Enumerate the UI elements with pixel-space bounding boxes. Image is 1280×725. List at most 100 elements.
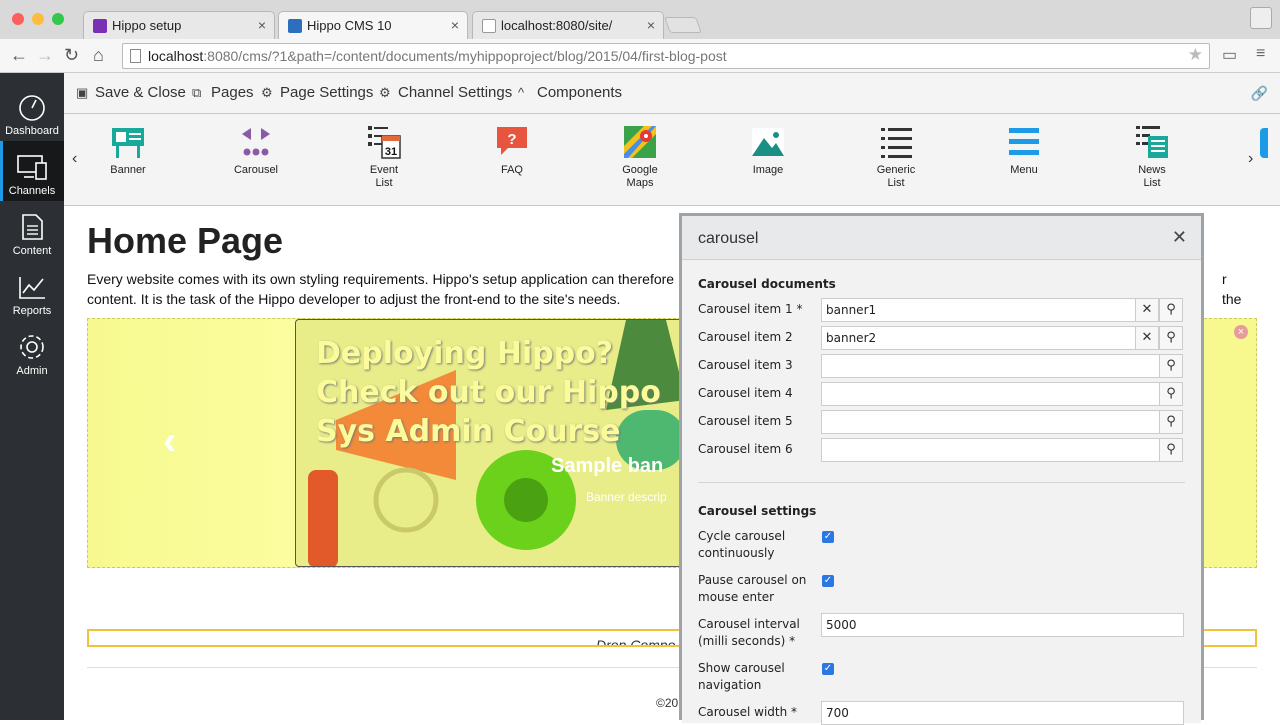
- component-news-list[interactable]: News List: [1112, 124, 1192, 190]
- dialog-body: Carousel documents Carousel item 1 * ban…: [682, 261, 1201, 725]
- intro-line: Every website comes with its own styling…: [87, 271, 675, 287]
- browser-toolbar: ← → ↻ ⌂ localhost:8080/cms/?1&path=/cont…: [0, 39, 1280, 73]
- browser-tab-hippo-setup[interactable]: Hippo setup ×: [83, 11, 275, 39]
- remove-component-icon[interactable]: ×: [1234, 325, 1248, 339]
- search-icon[interactable]: ⚲: [1159, 326, 1183, 350]
- carousel-item-label: Carousel item 3: [698, 358, 793, 372]
- component-generic-list[interactable]: Generic List: [856, 124, 936, 190]
- search-icon[interactable]: ⚲: [1159, 382, 1183, 406]
- hippo-favicon-icon: [93, 19, 107, 33]
- new-tab-button[interactable]: [664, 17, 702, 33]
- url-host: localhost: [148, 48, 204, 64]
- interval-label: Carousel interval (milli seconds) *: [698, 616, 813, 650]
- tab-title: localhost:8080/site/: [501, 18, 613, 33]
- page-icon: [130, 49, 141, 63]
- sidebar-item-content[interactable]: Content: [0, 201, 64, 261]
- component-banner[interactable]: Banner: [88, 124, 168, 177]
- address-bar[interactable]: localhost:8080/cms/?1&path=/content/docu…: [122, 43, 1210, 69]
- pages-icon: ⧉: [192, 85, 202, 100]
- carousel-dialog: carousel ✕ Carousel documents Carousel i…: [679, 213, 1204, 725]
- reload-icon[interactable]: ↻: [64, 45, 79, 66]
- carousel-item-3-field[interactable]: [821, 354, 1160, 378]
- carousel-item-5-field[interactable]: [821, 410, 1160, 434]
- tab-close-icon[interactable]: ×: [258, 17, 266, 33]
- chevron-left-icon[interactable]: ‹: [72, 150, 77, 168]
- clear-icon[interactable]: ✕: [1135, 326, 1159, 350]
- carousel-prev-icon[interactable]: ‹: [163, 419, 176, 464]
- search-icon[interactable]: ⚲: [1159, 354, 1183, 378]
- component-label: Image: [752, 164, 784, 176]
- search-icon[interactable]: ⚲: [1159, 298, 1183, 322]
- components-toggle-button[interactable]: ^ Components: [518, 84, 622, 101]
- pause-label: Pause carousel on mouse enter: [698, 572, 813, 606]
- home-icon[interactable]: ⌂: [93, 45, 104, 66]
- close-icon[interactable]: ✕: [1172, 227, 1187, 248]
- width-input[interactable]: 700: [821, 701, 1184, 725]
- channel-settings-button[interactable]: ⚙ Channel Settings: [379, 84, 512, 101]
- browser-tab-hippo-cms[interactable]: Hippo CMS 10 ×: [278, 11, 468, 40]
- carousel-item-1-field[interactable]: banner1: [821, 298, 1136, 322]
- component-label: Maps: [626, 177, 654, 189]
- navigation-checkbox[interactable]: ✓: [822, 663, 834, 675]
- pause-checkbox[interactable]: ✓: [822, 575, 834, 587]
- component-label: Banner: [110, 164, 146, 176]
- component-carousel[interactable]: Carousel: [216, 124, 296, 177]
- sidebar-item-admin[interactable]: Admin: [0, 321, 64, 381]
- sidebar-item-channels[interactable]: Channels: [0, 141, 64, 201]
- forward-arrow-icon[interactable]: →: [36, 45, 54, 66]
- carousel-item-2-field[interactable]: banner2: [821, 326, 1136, 350]
- link-icon[interactable]: 🔗: [1251, 85, 1268, 102]
- interval-input[interactable]: 5000: [821, 613, 1184, 637]
- page-settings-label: Page Settings: [280, 84, 374, 101]
- component-event-list[interactable]: 31 Event List: [344, 124, 424, 190]
- sidebar-item-reports[interactable]: Reports: [0, 261, 64, 321]
- back-arrow-icon[interactable]: ←: [10, 45, 28, 66]
- chevron-right-icon[interactable]: ›: [1248, 150, 1253, 168]
- close-window-button[interactable]: [12, 13, 24, 25]
- menu-icon[interactable]: ≡: [1256, 45, 1265, 63]
- component-label: Google: [622, 164, 658, 176]
- banner-headline-line: Sys Admin Course: [316, 414, 621, 449]
- maximize-window-button[interactable]: [52, 13, 64, 25]
- page-settings-button[interactable]: ⚙ Page Settings: [261, 84, 373, 101]
- component-menu[interactable]: Menu: [984, 124, 1064, 177]
- pages-button[interactable]: ⧉ Pages: [192, 84, 254, 101]
- component-label: Carousel: [233, 164, 279, 176]
- tab-close-icon[interactable]: ×: [647, 17, 655, 33]
- component-label: Menu: [1010, 164, 1038, 176]
- tab-close-icon[interactable]: ×: [451, 17, 459, 33]
- pause-label-line: Pause carousel on: [698, 573, 807, 587]
- component-label: List: [375, 177, 393, 189]
- hippo-favicon-icon: [288, 19, 302, 33]
- cycle-checkbox[interactable]: ✓: [822, 531, 834, 543]
- component-google-maps[interactable]: Google Maps: [600, 124, 680, 190]
- user-profile-icon[interactable]: [1250, 7, 1272, 29]
- carousel-fade: [88, 319, 295, 567]
- section-title: Carousel documents: [698, 277, 836, 291]
- minimize-window-button[interactable]: [32, 13, 44, 25]
- carousel-item-6-field[interactable]: [821, 438, 1160, 462]
- sidebar-item-label: Dashboard: [5, 125, 59, 137]
- search-icon[interactable]: ⚲: [1159, 410, 1183, 434]
- browser-tab-site[interactable]: localhost:8080/site/ ×: [472, 11, 664, 39]
- cast-icon[interactable]: ▭: [1222, 45, 1237, 65]
- intro-line-tail: r the: [1222, 271, 1242, 307]
- cycle-label: Cycle carousel continuously: [698, 528, 813, 562]
- save-close-button[interactable]: ▣ Save & Close: [76, 84, 186, 101]
- search-icon[interactable]: ⚲: [1159, 438, 1183, 462]
- sidebar-item-dashboard[interactable]: Dashboard: [0, 81, 64, 141]
- sidebar-item-label: Channels: [8, 185, 56, 197]
- svg-text:31: 31: [385, 146, 397, 158]
- banner-image: Deploying Hippo? Check out our Hippo Sys…: [295, 319, 685, 567]
- carousel-item-4-field[interactable]: [821, 382, 1160, 406]
- map-icon: [622, 124, 658, 160]
- component-image[interactable]: Image: [728, 124, 808, 177]
- component-faq[interactable]: ? FAQ: [472, 124, 552, 177]
- clear-icon[interactable]: ✕: [1135, 298, 1159, 322]
- carousel-icon: [238, 124, 274, 160]
- bookmark-star-icon[interactable]: ★: [1188, 45, 1203, 65]
- save-icon: ▣: [76, 85, 89, 100]
- interval-label-line: (milli seconds) *: [698, 634, 796, 648]
- component-label: List: [1143, 177, 1161, 189]
- pause-label-line: mouse enter: [698, 590, 775, 604]
